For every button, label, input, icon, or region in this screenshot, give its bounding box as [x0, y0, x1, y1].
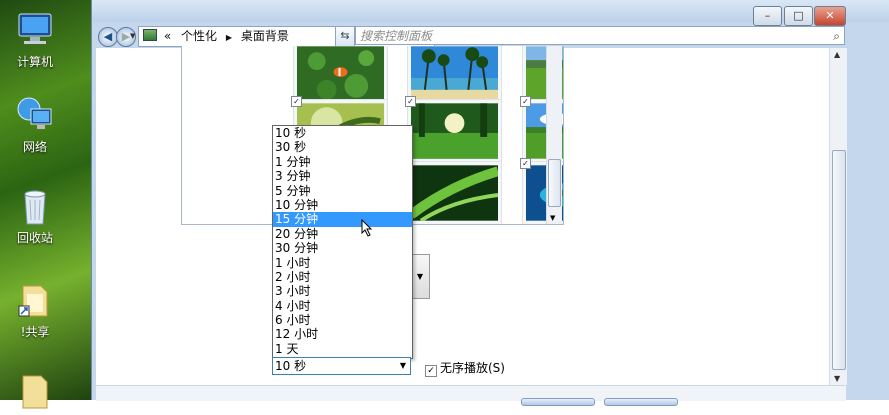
wallpaper-thumbnail[interactable] — [407, 161, 502, 224]
maximize-icon: □ — [793, 9, 804, 22]
interval-option[interactable]: 2 小时 — [273, 270, 412, 284]
wallpaper-thumbnail[interactable] — [407, 46, 502, 106]
interval-option-highlighted[interactable]: 15 分钟 — [273, 212, 412, 227]
wallpaper-checkbox[interactable]: ✓ — [520, 158, 531, 169]
interval-dropdown-list[interactable]: 10 秒 30 秒 1 分钟 3 分钟 5 分钟 10 分钟 15 分钟 20 … — [272, 125, 413, 359]
recycle-bin-icon — [15, 186, 55, 226]
checkbox-icon[interactable]: ✓ — [425, 365, 437, 377]
bottom-bar — [96, 385, 846, 406]
shuffle-label: 无序播放(S) — [440, 361, 505, 375]
scroll-down-icon[interactable]: ▼ — [834, 374, 840, 383]
wallpaper-image-sunlit-forest — [411, 103, 498, 159]
wallpaper-thumbnail[interactable]: ✓ — [405, 96, 502, 163]
interval-option[interactable]: 20 分钟 — [273, 227, 412, 241]
breadcrumb-desktop-background[interactable]: 桌面背景 — [241, 29, 289, 43]
interval-option[interactable]: 1 天 — [273, 342, 412, 356]
computer-icon — [15, 10, 55, 50]
desktop-icon-shared[interactable]: !共享 — [4, 280, 66, 340]
desktop-icon-folder[interactable] — [4, 372, 66, 415]
interval-option[interactable]: 3 分钟 — [273, 169, 412, 183]
scroll-up-icon[interactable]: ▲ — [834, 50, 840, 59]
back-arrow-icon: ◀ — [103, 30, 113, 43]
interval-option[interactable]: 6 小时 — [273, 313, 412, 327]
cancel-button[interactable] — [604, 398, 678, 406]
wallpaper-image-palm-beach — [411, 46, 498, 102]
shuffle-checkbox[interactable]: ✓ 无序播放(S) — [425, 359, 505, 377]
minimize-icon: – — [764, 9, 771, 22]
interval-option[interactable]: 10 秒 — [273, 126, 412, 140]
interval-option[interactable]: 12 小时 — [273, 327, 412, 341]
desktop-icon-label: 回收站 — [16, 231, 53, 245]
interval-option[interactable]: 3 小时 — [273, 284, 412, 298]
network-icon — [15, 95, 55, 135]
desktop-icon-label: 网络 — [22, 140, 47, 154]
mouse-pointer-icon — [361, 219, 373, 237]
desktop-icon-network[interactable]: 网络 — [4, 95, 66, 155]
wallpaper-checkbox[interactable]: ✓ — [405, 96, 416, 107]
interval-option[interactable]: 5 分钟 — [273, 184, 412, 198]
interval-selected-value: 10 秒 — [275, 359, 307, 373]
desktop-icon-label: !共享 — [20, 325, 50, 339]
history-dropdown-icon[interactable]: ▼ — [130, 32, 135, 40]
minimize-button[interactable]: – — [753, 6, 782, 26]
chevron-down-icon: ▼ — [399, 361, 406, 370]
window-scrollbar[interactable]: ▲ ▼ — [829, 48, 847, 385]
desktop-icon-computer[interactable]: 计算机 — [4, 10, 66, 70]
wallpaper-image-clownfish — [297, 46, 384, 102]
forward-arrow-icon: ▶ — [121, 30, 131, 43]
wallpaper-thumbnail[interactable] — [293, 46, 388, 106]
address-bar-area: ◀ ▶ ▼ « 个性化 ▶ 桌面背景 ▼ ⇆ 搜索控制面板 ⌕ — [92, 24, 889, 48]
close-icon: ✕ — [825, 9, 835, 22]
maximize-button[interactable]: □ — [784, 6, 813, 26]
save-changes-button[interactable] — [521, 398, 595, 406]
interval-select[interactable]: 10 秒 ▼ — [272, 357, 411, 375]
search-input[interactable]: 搜索控制面板 ⌕ — [355, 26, 845, 45]
picture-position-dropdown-button[interactable]: ▼ — [411, 254, 430, 299]
refresh-button[interactable]: ⇆ — [335, 26, 355, 47]
search-placeholder: 搜索控制面板 — [360, 29, 433, 43]
interval-option[interactable]: 30 秒 — [273, 140, 412, 154]
back-button[interactable]: ◀ — [98, 27, 118, 47]
desktop: 计算机 网络 回收站 !共享 — [0, 0, 92, 409]
interval-option[interactable]: 1 分钟 — [273, 155, 412, 169]
breadcrumb-personalization[interactable]: 个性化 — [181, 29, 217, 43]
interval-option[interactable]: 1 小时 — [273, 256, 412, 270]
interval-option[interactable]: 4 小时 — [273, 299, 412, 313]
search-icon[interactable]: ⌕ — [833, 27, 840, 46]
control-panel-icon — [143, 29, 157, 41]
shared-folder-icon — [15, 280, 55, 320]
chevron-down-icon: ▼ — [416, 272, 424, 281]
wallpaper-checkbox[interactable]: ✓ — [291, 96, 302, 107]
breadcrumb-prefix[interactable]: « — [164, 29, 171, 43]
desktop-icon-recycle-bin[interactable]: 回收站 — [4, 186, 66, 246]
folder-icon — [15, 372, 55, 412]
interval-option[interactable]: 10 分钟 — [273, 198, 412, 212]
scroll-thumb[interactable] — [832, 150, 846, 370]
wallpaper-checkbox[interactable]: ✓ — [520, 96, 531, 107]
refresh-icon: ⇆ — [340, 29, 350, 42]
breadcrumb-separator-icon[interactable]: ▶ — [226, 33, 232, 42]
close-button[interactable]: ✕ — [814, 6, 846, 26]
title-bar: – □ ✕ — [92, 0, 889, 26]
grid-scroll-down-icon[interactable]: ▼ — [550, 214, 555, 222]
grid-scroll-thumb[interactable] — [548, 159, 561, 207]
desktop-icon-label: 计算机 — [16, 55, 53, 69]
interval-option[interactable]: 30 分钟 — [273, 241, 412, 255]
wallpaper-grid-scrollbar[interactable]: ▼ — [546, 46, 562, 224]
wallpaper-image-dew-leaf — [408, 165, 500, 223]
